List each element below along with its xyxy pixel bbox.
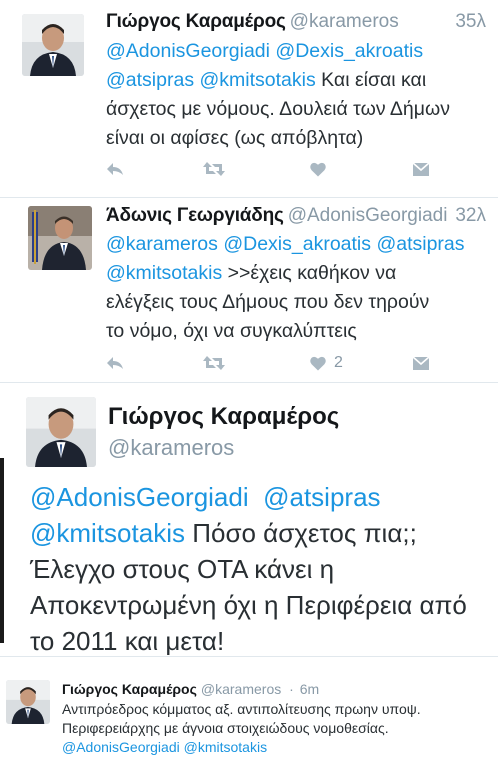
mention[interactable]: @AdonisGeorgiadi bbox=[62, 739, 180, 755]
mention[interactable]: @Dexis_akroatis bbox=[223, 233, 371, 255]
mention[interactable]: @kmitsotakis bbox=[200, 69, 316, 91]
retweet-icon bbox=[203, 356, 225, 370]
author-handle[interactable]: @karameros bbox=[290, 11, 399, 32]
mention[interactable]: @atsipras bbox=[106, 69, 194, 91]
author-name[interactable]: Άδωνις Γεωργιάδης bbox=[106, 205, 284, 226]
tweet-text: @karameros @Dexis_akroatis @atsipras @km… bbox=[106, 233, 465, 342]
author-handle[interactable]: @karameros bbox=[201, 681, 281, 697]
envelope-icon bbox=[412, 161, 430, 176]
timestamp[interactable]: 32λ bbox=[455, 204, 486, 228]
retweet-button[interactable] bbox=[202, 158, 226, 180]
tweet-text: @AdonisGeorgiadi @Dexis_akroatis @atsipr… bbox=[106, 40, 450, 149]
timestamp[interactable]: 6m bbox=[300, 681, 319, 697]
reply-button[interactable] bbox=[106, 158, 124, 180]
mention[interactable]: @kmitsotakis bbox=[184, 739, 267, 755]
author-handle[interactable]: @karameros bbox=[108, 435, 234, 461]
avatar[interactable] bbox=[22, 14, 84, 76]
direct-message-button[interactable] bbox=[412, 352, 430, 374]
retweet-button[interactable] bbox=[202, 352, 226, 374]
tweet-text: Αντιπρόεδρος κόμματος αξ. αντιπολίτευσης… bbox=[62, 701, 421, 755]
author-name[interactable]: Γιώργος Καραμέρος bbox=[108, 403, 339, 431]
mention[interactable]: @AdonisGeorgiadi bbox=[106, 40, 270, 62]
tweet-1[interactable]: Γιώργος Καραμέρος @karameros 35λ @AdonisG… bbox=[0, 0, 498, 198]
heart-icon bbox=[310, 356, 326, 370]
tweet-3-expanded[interactable]: Γιώργος Καραμέρος @karameros @AdonisGeor… bbox=[0, 383, 498, 656]
reply-icon bbox=[107, 357, 123, 369]
author-name[interactable]: Γιώργος Καραμέρος bbox=[106, 11, 286, 32]
reply-icon bbox=[107, 163, 123, 175]
mention[interactable]: @atsipras bbox=[263, 482, 380, 512]
tweet-actions bbox=[106, 158, 436, 180]
tweet-2[interactable]: Άδωνις Γεωργιάδης @AdonisGeorgiadi 32λ @k… bbox=[0, 198, 498, 382]
mention[interactable]: @AdonisGeorgiadi bbox=[30, 482, 249, 512]
heart-icon bbox=[310, 162, 326, 176]
mention[interactable]: @kmitsotakis bbox=[106, 262, 222, 284]
retweet-icon bbox=[203, 162, 225, 176]
author-name[interactable]: Γιώργος Καραμέρος bbox=[62, 681, 197, 697]
author-handle[interactable]: @AdonisGeorgiadi bbox=[288, 205, 448, 226]
avatar[interactable] bbox=[26, 397, 96, 467]
scroll-edge bbox=[0, 458, 4, 643]
avatar[interactable] bbox=[6, 680, 50, 724]
mention[interactable]: @kmitsotakis bbox=[30, 518, 185, 548]
mention[interactable]: @atsipras bbox=[376, 233, 464, 255]
like-count: 2 bbox=[334, 354, 343, 371]
like-button[interactable]: 2 bbox=[310, 352, 343, 374]
tweet-actions: 2 bbox=[106, 352, 436, 374]
mention[interactable]: @karameros bbox=[106, 233, 218, 255]
separator-dot: · bbox=[289, 681, 294, 697]
avatar[interactable] bbox=[28, 206, 92, 270]
timestamp[interactable]: 35λ bbox=[455, 10, 486, 34]
mention[interactable]: @Dexis_akroatis bbox=[275, 40, 423, 62]
tweet-4[interactable]: Γιώργος Καραμέρος @karameros · 6m Αντιπρό… bbox=[0, 668, 498, 762]
like-button[interactable] bbox=[310, 158, 334, 180]
divider bbox=[0, 656, 498, 657]
envelope-icon bbox=[412, 355, 430, 370]
direct-message-button[interactable] bbox=[412, 158, 430, 180]
reply-button[interactable] bbox=[106, 352, 124, 374]
tweet-text: @AdonisGeorgiadi @atsipras @kmitsotakis … bbox=[30, 482, 467, 656]
